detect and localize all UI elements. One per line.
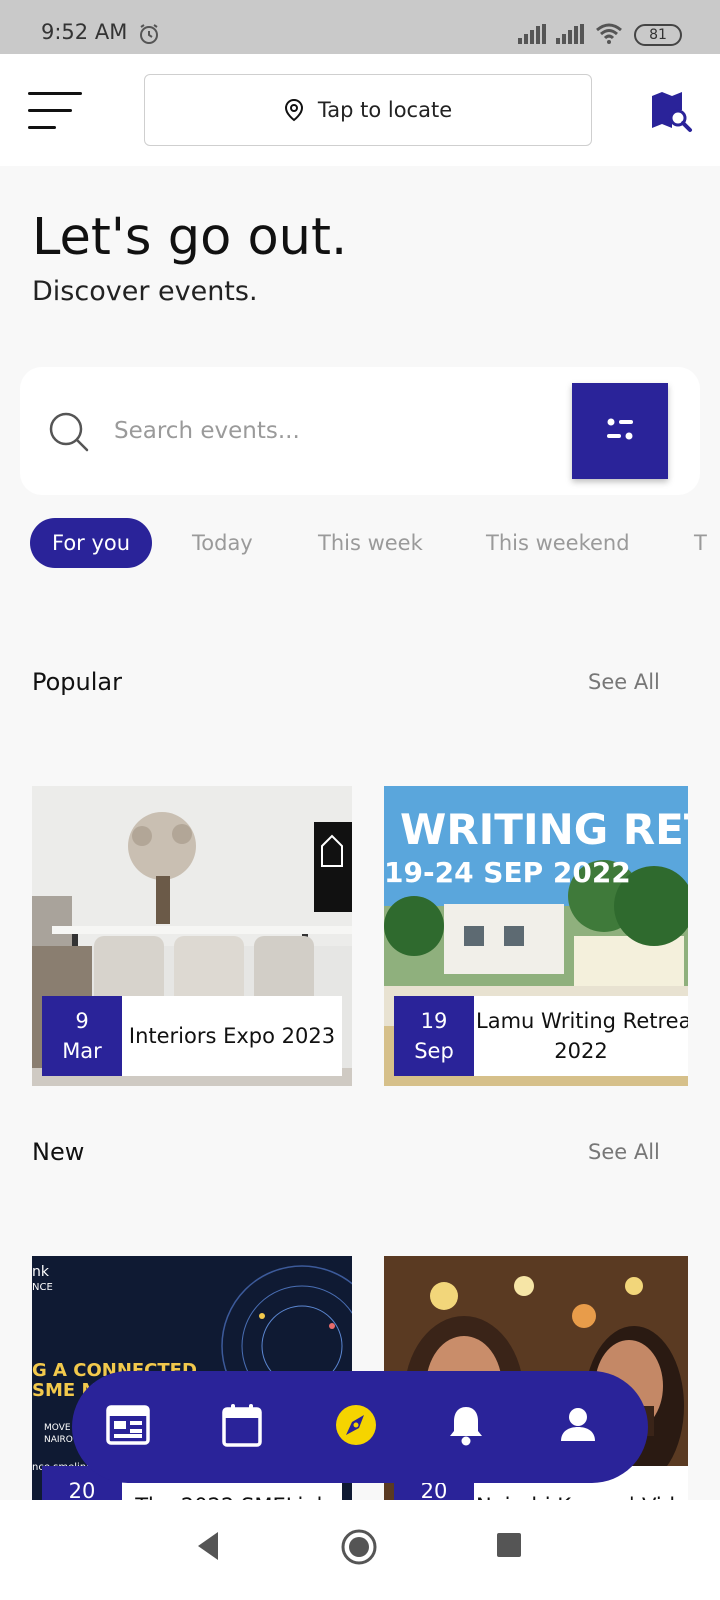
event-name: Interiors Expo 2023 xyxy=(122,996,342,1076)
image-text: NCE xyxy=(32,1282,53,1293)
bell-icon xyxy=(446,1403,486,1451)
page-title: Let's go out. xyxy=(32,208,348,267)
signal-icon xyxy=(518,24,548,48)
nav-explore-button[interactable] xyxy=(328,1399,384,1455)
event-date: 9 Mar xyxy=(42,996,122,1076)
event-card[interactable]: 9 Mar Interiors Expo 2023 xyxy=(32,786,352,1086)
location-pin-icon xyxy=(284,98,304,122)
nav-calendar-button[interactable] xyxy=(214,1399,270,1455)
page-subtitle: Discover events. xyxy=(32,276,258,307)
filter-chips: For you Today This week This weekend T xyxy=(30,518,720,568)
system-navigation-bar xyxy=(0,1500,720,1600)
app-bar: Tap to locate xyxy=(0,54,720,166)
section-title-new: New xyxy=(32,1138,85,1166)
nav-profile-button[interactable] xyxy=(550,1399,606,1455)
image-text: 19-24 SEP 2022 xyxy=(384,856,631,889)
user-icon xyxy=(558,1405,598,1449)
see-all-new-link[interactable]: See All xyxy=(588,1140,660,1164)
search-input[interactable] xyxy=(114,407,544,455)
event-month: Mar xyxy=(62,1039,102,1063)
event-date: 19 Sep xyxy=(394,996,474,1076)
chip-this-weekend[interactable]: This weekend xyxy=(486,518,630,568)
compass-icon xyxy=(334,1403,378,1451)
image-text: NAIRO xyxy=(44,1435,73,1445)
event-month: Sep xyxy=(414,1039,454,1063)
event-day: 19 xyxy=(420,1009,448,1033)
event-name: Lamu Writing Retreat 2022 xyxy=(474,996,688,1076)
battery-icon: 81 xyxy=(634,24,682,46)
status-bar: 9:52 AM 81 xyxy=(0,0,720,54)
alarm-icon xyxy=(138,23,160,49)
event-card[interactable]: WRITING RET 19-24 SEP 2022 19 Sep Lamu W… xyxy=(384,786,688,1086)
image-text: MOVE xyxy=(44,1423,71,1433)
search-icon xyxy=(48,411,90,457)
locate-button[interactable]: Tap to locate xyxy=(144,74,592,146)
image-text: WRITING RET xyxy=(400,805,688,854)
chip-this-week[interactable]: This week xyxy=(318,518,423,568)
nav-events-button[interactable] xyxy=(100,1399,156,1455)
filter-button[interactable] xyxy=(572,383,668,479)
home-icon[interactable] xyxy=(340,1528,378,1570)
nav-notifications-button[interactable] xyxy=(438,1399,494,1455)
bottom-nav xyxy=(72,1371,648,1483)
wifi-icon xyxy=(595,22,623,48)
event-name-line: 2022 xyxy=(554,1039,608,1063)
recents-icon[interactable] xyxy=(496,1532,522,1562)
map-search-icon[interactable] xyxy=(650,90,694,138)
chip-today[interactable]: Today xyxy=(192,518,253,568)
image-text: nk xyxy=(32,1264,50,1280)
see-all-popular-link[interactable]: See All xyxy=(588,670,660,694)
chip-more[interactable]: T xyxy=(694,518,707,568)
events-list-icon xyxy=(106,1405,150,1449)
signal-icon xyxy=(556,24,586,48)
menu-button[interactable] xyxy=(28,92,84,132)
filter-icon xyxy=(605,416,635,446)
back-icon[interactable] xyxy=(194,1530,222,1566)
calendar-icon xyxy=(221,1403,263,1451)
chip-for-you[interactable]: For you xyxy=(30,518,153,568)
event-name-line: Lamu Writing Retreat xyxy=(476,1009,688,1033)
section-title-popular: Popular xyxy=(32,668,122,696)
locate-label: Tap to locate xyxy=(317,98,453,122)
search-card xyxy=(20,367,700,495)
status-time: 9:52 AM xyxy=(41,20,128,44)
event-day: 9 xyxy=(75,1009,89,1033)
